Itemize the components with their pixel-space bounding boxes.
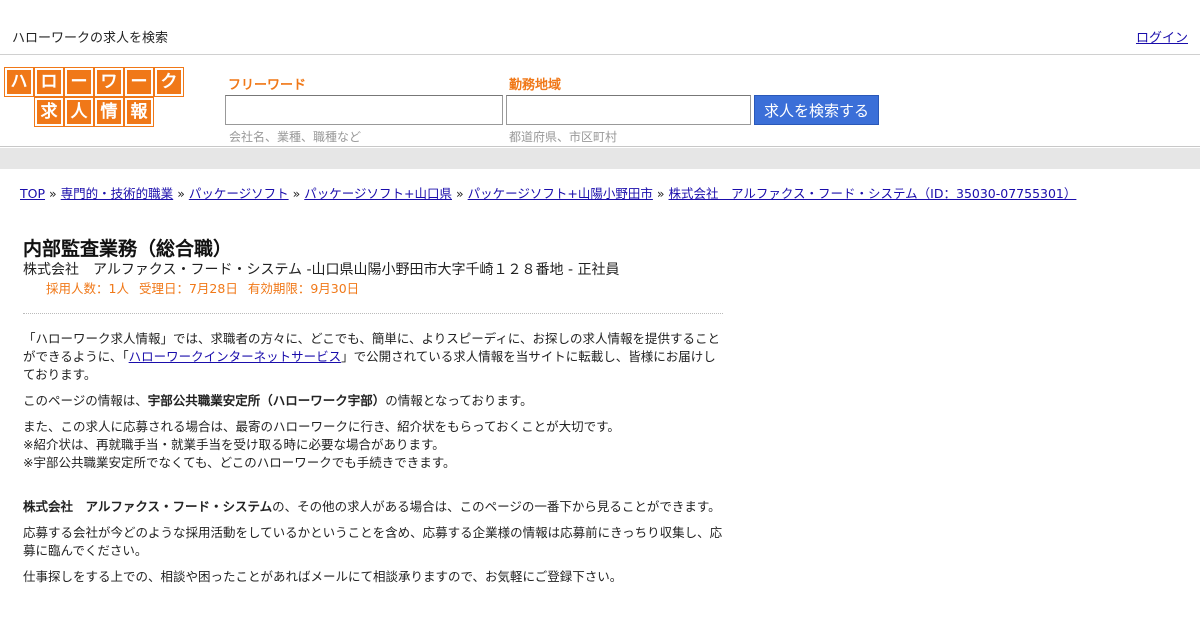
logo-tile: 求: [34, 97, 64, 127]
job-meta: 採用人数：1人 受理日：7月28日 有効期限：9月30日: [46, 278, 369, 297]
logo-tile: ロ: [34, 67, 64, 97]
application-paragraph: また、この求人に応募される場合は、最寄のハローワークに行き、紹介状をもらっておく…: [23, 418, 723, 472]
breadcrumb-company[interactable]: 株式会社 アルファクス・フード・システム（ID：35030-07755301）: [669, 186, 1077, 201]
application-line-2: ※紹介状は、再就職手当・就業手当を受け取る時に必要な場合があります。: [23, 437, 445, 452]
logo-tile: ハ: [4, 67, 34, 97]
application-line-1: また、この求人に応募される場合は、最寄のハローワークに行き、紹介状をもらっておく…: [23, 419, 620, 434]
logo-tile: 人: [64, 97, 94, 127]
other-jobs-text: の、その他の求人がある場合は、このページの一番下から見ることができます。: [272, 499, 721, 514]
source-paragraph: このページの情報は、宇部公共職業安定所（ハローワーク宇部）の情報となっております…: [23, 392, 723, 410]
breadcrumb: TOP» 専門的・技術的職業» パッケージソフト» パッケージソフト+山口県» パッケー…: [20, 183, 1076, 202]
logo-tile: ー: [64, 67, 94, 97]
consultation-paragraph: 仕事探しをする上での、相談や困ったことがあればメールにて相談承りますので、お気軽…: [23, 569, 623, 584]
company-name: 株式会社 アルファクス・フード・システム: [23, 499, 273, 514]
job-subtitle: 株式会社 アルファクス・フード・システム -山口県山陽小野田市大字千崎１２８番地…: [23, 262, 620, 278]
breadcrumb-separator: »: [456, 186, 464, 201]
top-bar: ハローワークの求人を検索 ログイン: [0, 0, 1200, 55]
hellowork-internet-service-link[interactable]: ハローワークインターネットサービス: [129, 349, 342, 364]
area-input[interactable]: [506, 95, 751, 125]
job-title: 内部監査業務（総合職）: [23, 238, 233, 260]
logo-row-hellowork: ハ ロ ー ワ ー ク: [4, 67, 184, 97]
breadcrumb-separator: »: [177, 186, 185, 201]
search-button[interactable]: 求人を検索する: [754, 95, 879, 125]
source-text-2: の情報となっております。: [385, 393, 533, 408]
area-label: 勤務地域: [509, 78, 562, 93]
login-link[interactable]: ログイン: [1136, 27, 1188, 46]
intro-paragraph: 「ハローワーク求人情報」では、求職者の方々に、どこでも、簡単に、よりスピーディに…: [23, 330, 723, 384]
freeword-input[interactable]: [225, 95, 503, 125]
area-hint: 都道府県、市区町村: [509, 130, 618, 144]
source-office: 宇部公共職業安定所（ハローワーク宇部）: [147, 393, 386, 408]
breadcrumb-separator: »: [49, 186, 57, 201]
freeword-hint: 会社名、業種、職種など: [229, 130, 362, 144]
site-logo[interactable]: ハ ロ ー ワ ー ク 求 人 情 報: [4, 67, 184, 127]
logo-tile: 情: [94, 97, 124, 127]
breadcrumb-industry-city[interactable]: パッケージソフト+山陽小野田市: [468, 186, 653, 201]
logo-tile: 報: [124, 97, 154, 127]
hires-count: 採用人数：1人: [46, 281, 129, 296]
source-text-1: このページの情報は、: [23, 393, 148, 408]
header: ハ ロ ー ワ ー ク 求 人 情 報 フリーワード 勤務地域 求人を検索する …: [0, 56, 1200, 147]
breadcrumb-separator: »: [292, 186, 301, 201]
logo-tile: ワ: [94, 67, 124, 97]
nav-band: [0, 148, 1200, 169]
description: 「ハローワーク求人情報」では、求職者の方々に、どこでも、簡単に、よりスピーディに…: [23, 330, 723, 594]
breadcrumb-separator: »: [656, 186, 665, 201]
breadcrumb-industry-prefecture[interactable]: パッケージソフト+山口県: [304, 186, 452, 201]
expiry-date: 有効期限：9月30日: [247, 281, 360, 296]
logo-row-kyujin: 求 人 情 報: [34, 97, 154, 127]
freeword-label: フリーワード: [228, 78, 307, 93]
logo-tile: ク: [154, 67, 184, 97]
site-description: ハローワークの求人を検索: [12, 31, 169, 46]
logo-tile: ー: [124, 67, 154, 97]
other-jobs-paragraph: 株式会社 アルファクス・フード・システムの、その他の求人がある場合は、このページ…: [23, 498, 723, 516]
breadcrumb-top[interactable]: TOP: [20, 186, 45, 201]
received-date: 受理日：7月28日: [138, 281, 238, 296]
breadcrumb-industry[interactable]: パッケージソフト: [189, 186, 289, 201]
advice-paragraph: 応募する会社が今どのような採用活動をしているかということを含め、応募する企業様の…: [23, 525, 723, 558]
breadcrumb-category[interactable]: 専門的・技術的職業: [61, 186, 174, 201]
application-line-3: ※宇部公共職業安定所でなくても、どこのハローワークでも手続きできます。: [23, 455, 456, 470]
divider: [23, 313, 723, 314]
